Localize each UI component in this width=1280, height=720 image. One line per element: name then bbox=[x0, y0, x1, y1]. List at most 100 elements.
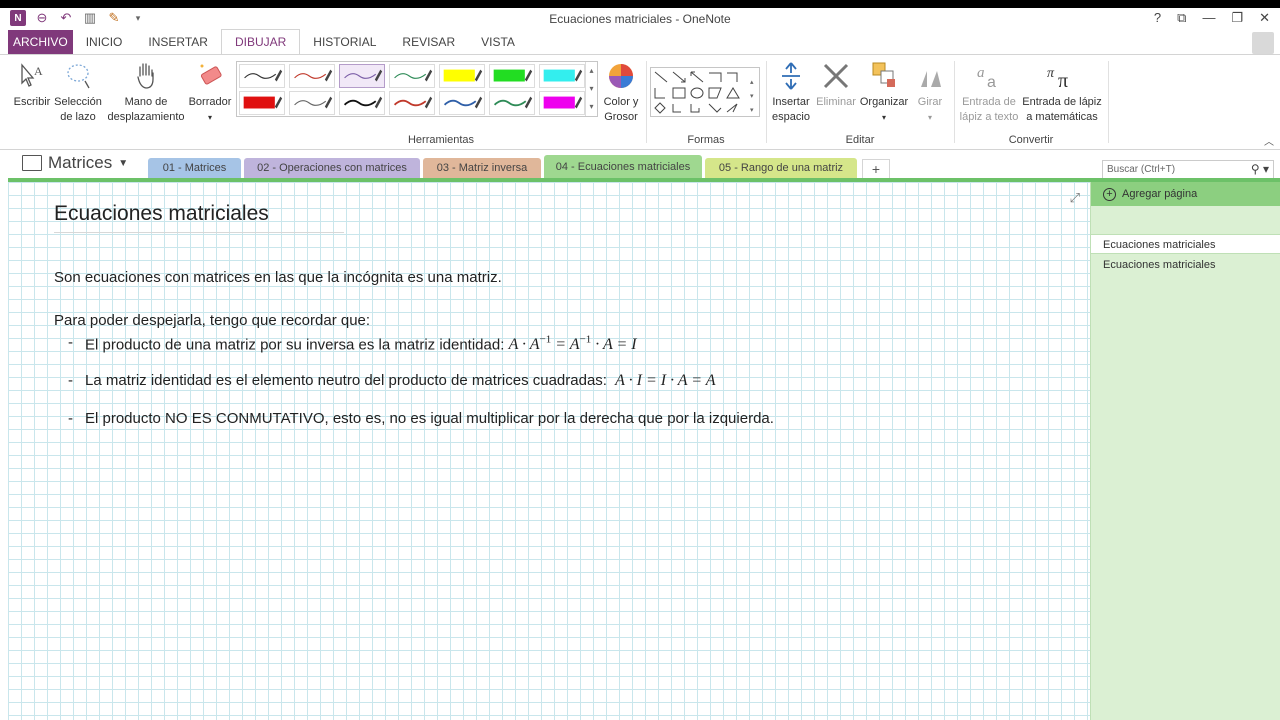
pen-swatch[interactable] bbox=[489, 64, 535, 88]
lasso-select-button[interactable]: Selección de lazo bbox=[54, 61, 102, 125]
ribbon-separator bbox=[646, 61, 647, 143]
girar-dropdown-icon[interactable]: ▾ bbox=[928, 113, 932, 122]
pen-gallery-scroll[interactable]: ▴ ▾ ▾ bbox=[585, 62, 597, 116]
list-item[interactable]: - El producto NO ES CONMUTATIVO, esto es… bbox=[68, 410, 774, 427]
restore-icon[interactable]: ❐ bbox=[1231, 10, 1243, 26]
borrador-dropdown-icon[interactable]: ▾ bbox=[208, 113, 212, 122]
search-icon[interactable]: ⚲ ▾ bbox=[1251, 162, 1269, 176]
pen-swatch[interactable] bbox=[539, 64, 585, 88]
tab-dibujar[interactable]: DIBUJAR bbox=[220, 29, 301, 54]
pen-swatch[interactable] bbox=[239, 91, 285, 115]
ribbon-separator bbox=[766, 61, 767, 143]
page-title[interactable]: Ecuaciones matriciales bbox=[54, 202, 344, 233]
list-item[interactable]: - El producto de una matriz por su inver… bbox=[68, 334, 637, 354]
rotate-icon bbox=[921, 71, 941, 87]
add-page-button[interactable]: + Agregar página bbox=[1091, 182, 1280, 206]
eraser-icon bbox=[200, 64, 222, 85]
page-canvas[interactable]: Ecuaciones matriciales ⤢ Son ecuaciones … bbox=[8, 182, 1090, 720]
tab-historial[interactable]: HISTORIAL bbox=[300, 30, 389, 54]
page-list-item[interactable]: Ecuaciones matriciales bbox=[1091, 234, 1280, 254]
equation-inverse: A · A−1 = A−1 · A = I bbox=[508, 334, 637, 354]
eliminar-label: Eliminar bbox=[816, 96, 856, 108]
tab-inicio[interactable]: INICIO bbox=[73, 30, 136, 54]
bullet-dash: - bbox=[68, 372, 73, 389]
expand-icon[interactable]: ⤢ bbox=[1070, 190, 1080, 206]
delete-button[interactable]: Eliminar bbox=[814, 61, 858, 110]
pen-swatch[interactable] bbox=[389, 64, 435, 88]
mano-label: Mano de bbox=[124, 96, 168, 108]
section-bar: Matrices ▼ 01 - Matrices 02 - Operacione… bbox=[0, 150, 1280, 179]
pen-swatch[interactable] bbox=[289, 64, 335, 88]
search-placeholder: Buscar (Ctrl+T) bbox=[1107, 164, 1176, 175]
tab-archivo[interactable]: ARCHIVO bbox=[8, 30, 73, 54]
section-tab-01[interactable]: 01 - Matrices bbox=[148, 158, 241, 178]
section-tab-03[interactable]: 03 - Matriz inversa bbox=[423, 158, 541, 178]
color-thickness-button[interactable]: Color y Grosor bbox=[600, 61, 642, 125]
eraser-button[interactable]: Borrador ▾ bbox=[186, 61, 234, 125]
ink-to-text-button[interactable]: aa Entrada de lápiz a texto bbox=[958, 61, 1020, 125]
pen-swatch[interactable] bbox=[539, 91, 585, 115]
pen-swatch[interactable] bbox=[289, 91, 335, 115]
help-icon[interactable]: ? bbox=[1154, 10, 1161, 26]
entrada-texto-label: Entrada de bbox=[962, 96, 1016, 108]
pen-swatch[interactable] bbox=[389, 91, 435, 115]
ribbon-separator bbox=[954, 61, 955, 143]
plus-icon: + bbox=[1103, 187, 1116, 201]
cursor-text-icon: A bbox=[21, 63, 43, 87]
escribir-button[interactable]: A Escribir bbox=[12, 61, 52, 110]
onenote-window: N ⊖ ↶ ▥ ✎ ▾ Ecuaciones matriciales - One… bbox=[0, 8, 1280, 720]
pen-swatch[interactable] bbox=[489, 91, 535, 115]
organizar-dropdown-icon[interactable]: ▾ bbox=[882, 113, 886, 122]
rotate-button[interactable]: Girar ▾ bbox=[910, 61, 950, 125]
close-icon[interactable]: ✕ bbox=[1259, 10, 1270, 26]
svg-text:▾: ▾ bbox=[750, 107, 754, 114]
pen-swatch[interactable] bbox=[439, 91, 485, 115]
svg-text:▾: ▾ bbox=[750, 93, 754, 100]
pen-swatch[interactable] bbox=[339, 64, 385, 88]
section-tab-05[interactable]: 05 - Rango de una matriz bbox=[705, 158, 857, 178]
collapse-ribbon-icon[interactable]: ︿ bbox=[1264, 133, 1274, 148]
tab-revisar[interactable]: REVISAR bbox=[389, 30, 468, 54]
bullet-text: El producto de una matriz por su inversa… bbox=[85, 336, 505, 354]
ink-to-math-button[interactable]: ππ Entrada de lápiz a matemáticas bbox=[1020, 61, 1104, 125]
color-label-2: Grosor bbox=[604, 111, 638, 123]
pen-swatch[interactable] bbox=[439, 64, 485, 88]
pen-swatch[interactable] bbox=[339, 91, 385, 115]
avatar[interactable] bbox=[1252, 32, 1274, 54]
bullet-dash: - bbox=[68, 410, 73, 427]
section-tab-04[interactable]: 04 - Ecuaciones matriciales bbox=[544, 155, 702, 179]
list-item[interactable]: - La matriz identidad es el elemento neu… bbox=[68, 372, 716, 390]
group-formas-label: Formas bbox=[687, 134, 725, 146]
pan-hand-button[interactable]: Mano de desplazamiento bbox=[106, 61, 186, 125]
group-editar-label: Editar bbox=[845, 134, 875, 146]
tab-vista[interactable]: VISTA bbox=[468, 30, 528, 54]
seleccion-label: Selección bbox=[54, 96, 102, 108]
svg-text:a: a bbox=[987, 74, 996, 91]
add-section-button[interactable]: + bbox=[862, 159, 890, 178]
tab-insertar[interactable]: INSERTAR bbox=[135, 30, 221, 54]
svg-text:π: π bbox=[1058, 70, 1068, 91]
page-list-item[interactable]: Ecuaciones matriciales bbox=[1091, 255, 1280, 275]
pen-swatch[interactable] bbox=[239, 64, 285, 88]
group-herramientas-label: Herramientas bbox=[407, 134, 475, 146]
search-input[interactable]: Buscar (Ctrl+T) ⚲ ▾ bbox=[1102, 160, 1274, 180]
arrange-icon bbox=[872, 62, 895, 87]
shape-gallery[interactable]: ▴ ▾ ▾ bbox=[650, 67, 760, 117]
svg-text:▴: ▴ bbox=[750, 79, 754, 86]
section-tab-02[interactable]: 02 - Operaciones con matrices bbox=[244, 158, 420, 178]
lead-paragraph[interactable]: Para poder despejarla, tengo que recorda… bbox=[54, 312, 370, 329]
svg-text:π: π bbox=[1047, 66, 1055, 81]
insert-space-icon bbox=[782, 62, 800, 90]
arrange-button[interactable]: Organizar ▾ bbox=[858, 61, 910, 125]
window-title: Ecuaciones matriciales - OneNote bbox=[549, 12, 731, 26]
insert-space-button[interactable]: Insertar espacio bbox=[770, 61, 812, 125]
insertar-label: Insertar bbox=[772, 96, 810, 108]
girar-label: Girar bbox=[917, 96, 943, 108]
notebook-selector[interactable]: Matrices ▼ bbox=[22, 153, 128, 173]
group-convertir-label: Convertir bbox=[1008, 134, 1054, 146]
intro-paragraph[interactable]: Son ecuaciones con matrices en las que l… bbox=[54, 269, 502, 286]
ribbon-display-icon[interactable]: ⧉ bbox=[1177, 10, 1186, 26]
minimize-icon[interactable]: — bbox=[1202, 10, 1215, 26]
pen-gallery: ▴ ▾ ▾ bbox=[236, 61, 598, 117]
window-controls: ? ⧉ — ❐ ✕ bbox=[1154, 10, 1270, 26]
